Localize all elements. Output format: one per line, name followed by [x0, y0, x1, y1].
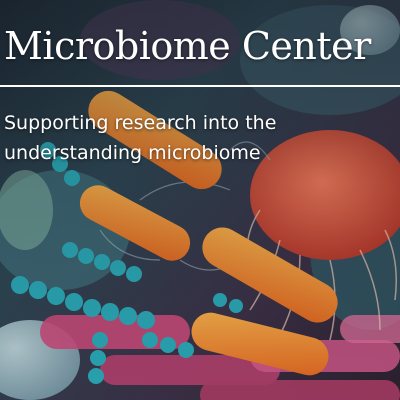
title-divider — [0, 85, 400, 87]
hero-banner: Microbiome Center Supporting research in… — [0, 0, 400, 400]
hero-subtitle: Supporting research into the understandi… — [4, 112, 277, 164]
page-title: Microbiome Center — [4, 24, 371, 68]
